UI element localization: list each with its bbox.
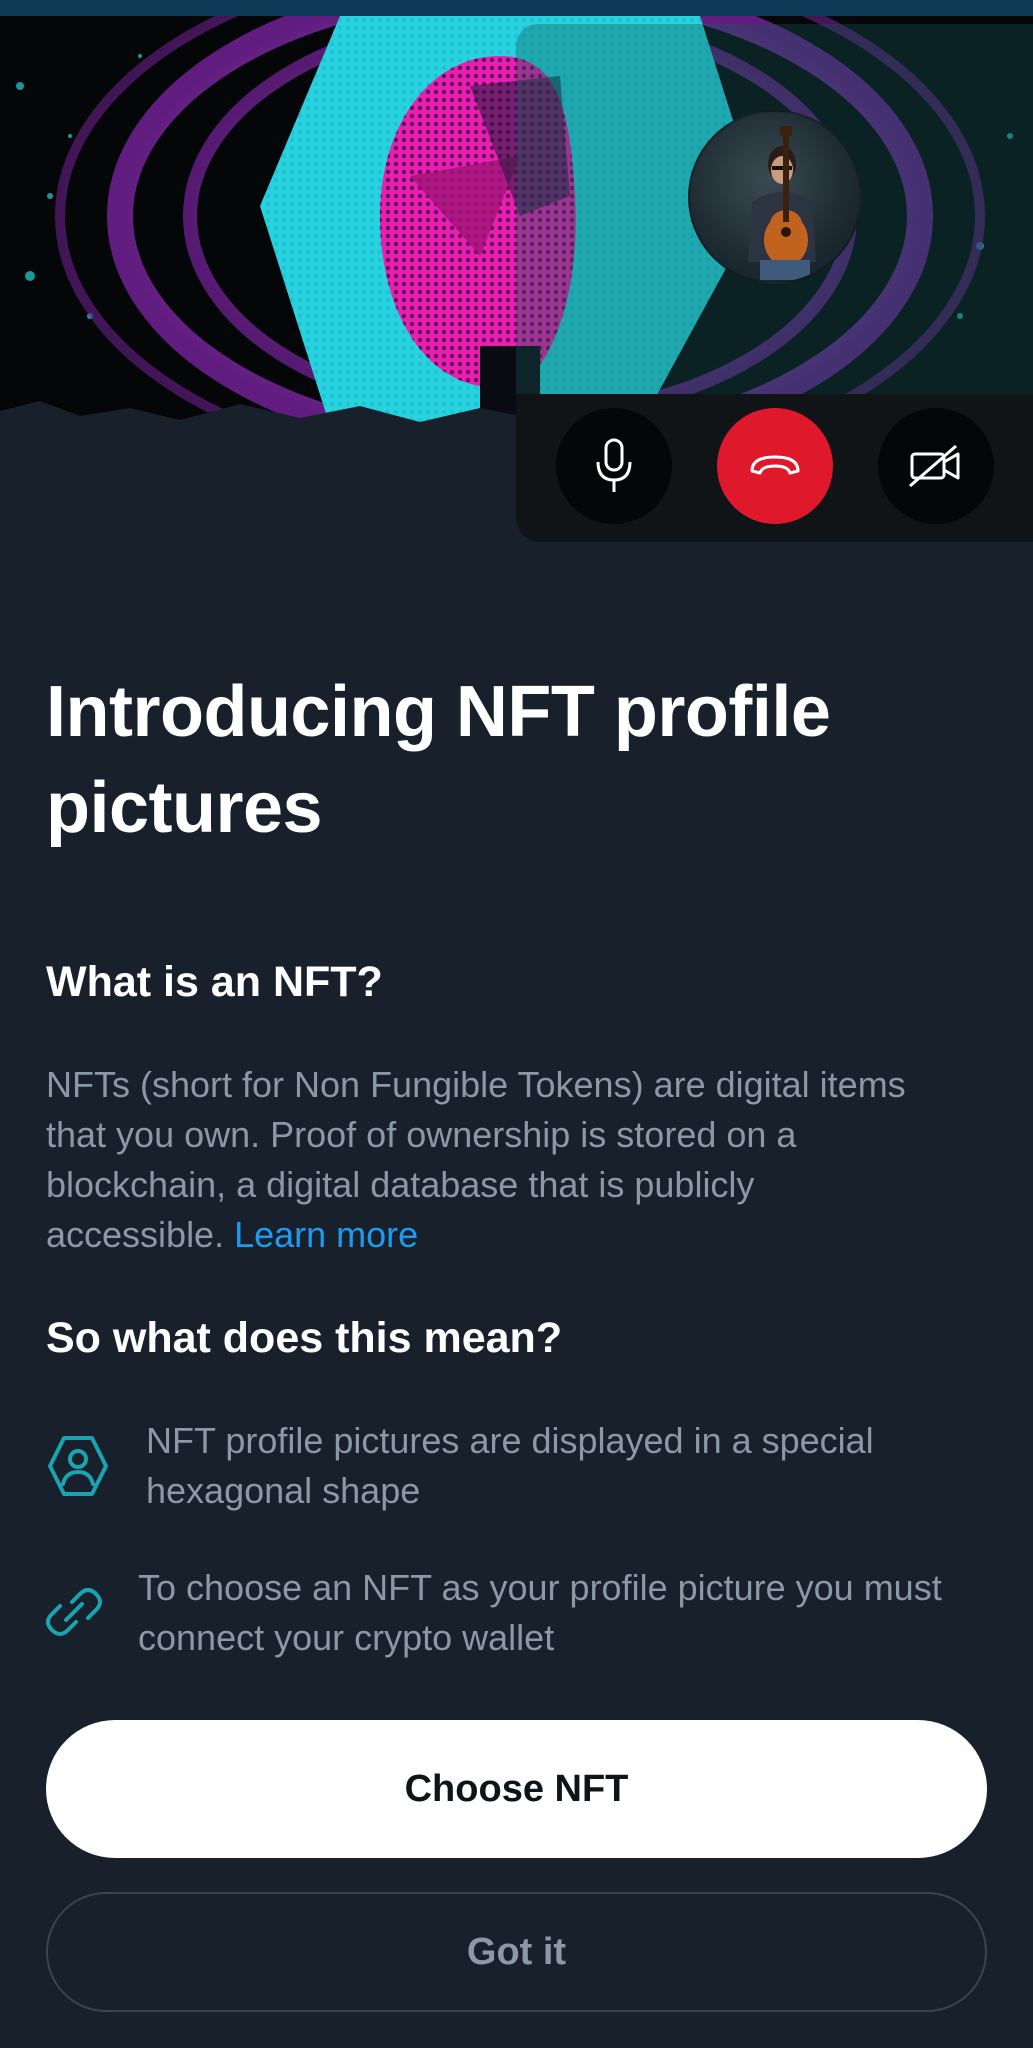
- nft-intro-sheet: Introducing NFT profile pictures What is…: [0, 0, 1033, 2048]
- choose-nft-button[interactable]: Choose NFT: [46, 1720, 987, 1858]
- camera-toggle-button[interactable]: [878, 408, 994, 524]
- nft-description-text: NFTs (short for Non Fungible Tokens) are…: [46, 1064, 906, 1255]
- mute-button[interactable]: [556, 408, 672, 524]
- guitarist-avatar[interactable]: [688, 110, 862, 284]
- feature-wallet-text: To choose an NFT as your profile picture…: [138, 1567, 942, 1658]
- feature-hexagon-text: NFT profile pictures are displayed in a …: [146, 1420, 874, 1511]
- video-off-icon: [909, 444, 960, 488]
- got-it-button[interactable]: Got it: [46, 1892, 987, 2012]
- phone-hangup-icon: [750, 455, 800, 475]
- microphone-icon: [596, 438, 632, 492]
- page-title: Introducing NFT profile pictures: [46, 672, 831, 848]
- what-it-means-heading: So what does this mean?: [46, 1314, 563, 1362]
- learn-more-link[interactable]: Learn more: [234, 1214, 418, 1255]
- hang-up-button[interactable]: [717, 408, 833, 524]
- hexagon-profile-icon: [46, 1434, 110, 1498]
- status-strip: [0, 0, 1033, 16]
- what-is-nft-heading: What is an NFT?: [46, 958, 383, 1006]
- nft-description: NFTs (short for Non Fungible Tokens) are…: [46, 1060, 926, 1260]
- link-icon: [42, 1580, 106, 1644]
